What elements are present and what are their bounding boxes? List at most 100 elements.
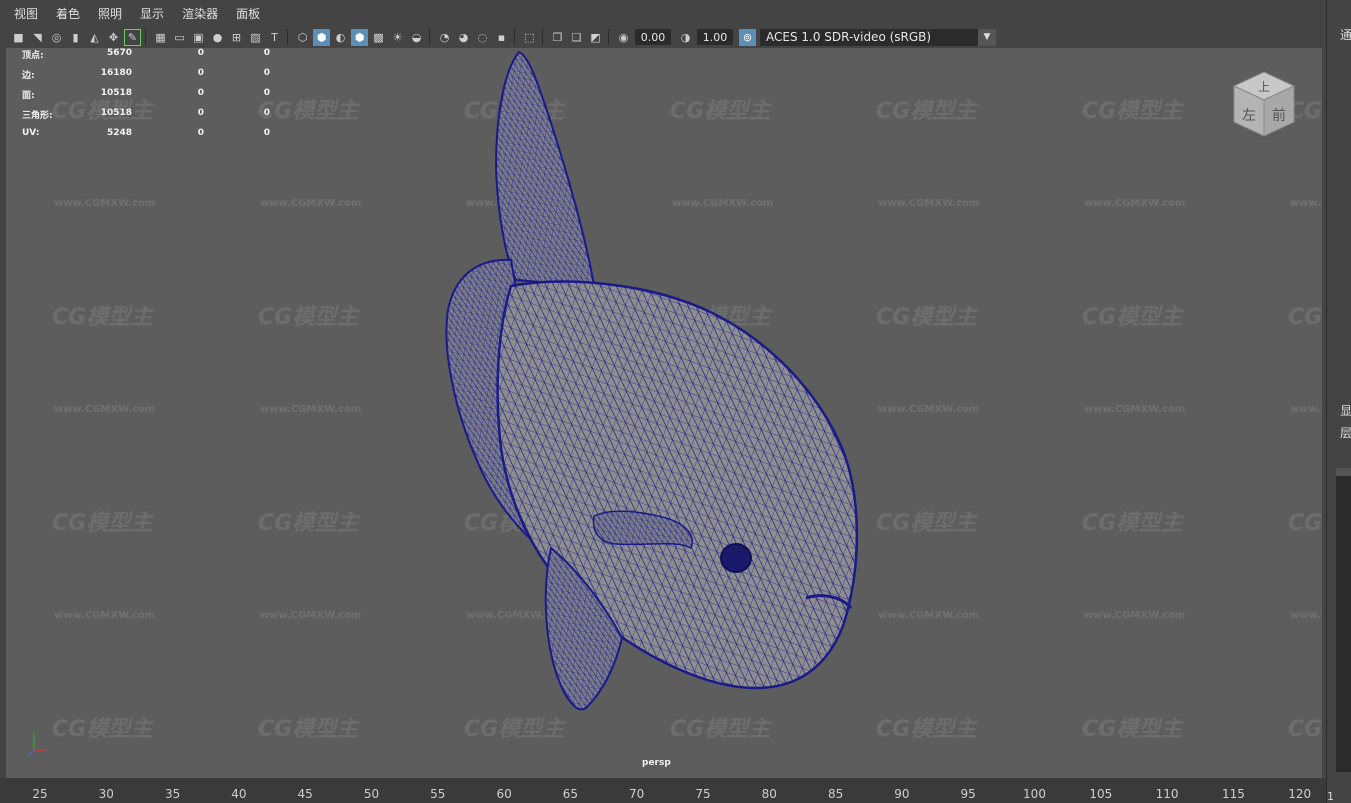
viewcube-front-label: 前 [1272,107,1286,124]
stat-value-other: 0 [263,128,270,138]
timeline-tick-label: 55 [430,787,446,801]
isolate-select-icon[interactable]: ⬚ [521,29,538,46]
color-space-dropdown[interactable]: ACES 1.0 SDR-video (sRGB) ▼ [760,28,996,46]
depth-of-field-icon[interactable]: ▪ [493,29,510,46]
menu-bar: 视图 着色 照明 显示 渲染器 面板 [0,0,1326,26]
scrollbar-thumb[interactable] [1336,468,1351,476]
stat-label: 顶点: [22,51,44,61]
separator [514,29,515,45]
panel-number: 1 [1327,790,1334,803]
exposure-field[interactable]: 0.00 [635,29,671,45]
panel-toolbar: ■ ◥ ◎ ▮ ◭ ✥ ✎ ▦ ▭ ▣ ● ⊞ ▨ T ⬡ ⬢ ◐ ⬢ ▩ ☀ … [0,26,1326,48]
view-cube[interactable]: 上 左 前 [1232,70,1296,138]
film-gate-icon[interactable]: ▭ [171,29,188,46]
stat-label: 面: [22,91,35,101]
field-chart-icon[interactable]: ⊞ [228,29,245,46]
menu-shading[interactable]: 着色 [56,5,80,22]
stat-value-other: 0 [263,88,270,98]
xray-icon[interactable]: ❐ [549,29,566,46]
separator [287,29,288,45]
wireframe-on-shaded-icon[interactable]: ⬢ [351,28,368,46]
timeline-tick-label: 75 [695,787,711,801]
gamma-field[interactable]: 1.00 [697,29,733,45]
stat-value-selected: 0 [197,48,204,58]
timeline-tick-label: 105 [1089,787,1113,801]
menu-panels[interactable]: 面板 [236,5,260,22]
color-management-icon[interactable]: ⊚ [739,28,756,46]
textured-icon[interactable]: ▩ [370,29,387,46]
channel-box-panel: 通 显 层 1 [1326,0,1351,803]
shadows-icon[interactable]: ◒ [408,29,425,46]
motion-blur-icon[interactable]: ◕ [455,29,472,46]
gamma-icon[interactable]: ◑ [677,29,694,46]
anti-aliasing-icon[interactable]: ◌ [474,29,491,46]
menu-view[interactable]: 视图 [14,5,38,22]
stat-value-other: 0 [263,108,270,118]
menu-lighting[interactable]: 照明 [98,5,122,22]
timeline-tick-label: 50 [363,787,380,801]
timeline-tick-label: 110 [1155,787,1179,801]
resolution-gate-icon[interactable]: ▣ [190,29,207,46]
panel-tab-text[interactable]: 通 [1340,26,1351,43]
timeline-tick-label: 80 [761,787,777,801]
bookmark-camera-icon[interactable]: ◎ [48,29,65,46]
time-slider[interactable]: 25 30 35 40 45 50 55 60 65 70 75 80 85 90 95 100 105 110 1… [0,778,1326,803]
viewcube-top-label: 上 [1258,80,1270,94]
timeline-tick-label: 25 [32,787,48,801]
chevron-down-icon: ▼ [978,28,996,46]
camera-select-icon[interactable]: ■ [10,29,27,46]
menu-show[interactable]: 显示 [140,5,164,22]
grid-icon[interactable]: ▦ [152,29,169,46]
stat-value: 10518 [100,108,132,118]
stat-label: 边: [22,71,35,81]
scrollbar[interactable] [1336,468,1351,772]
viewport-persp[interactable]: CG模型主 www.CGMXW.com CG模型主 www.CGMXW.com CG模型… [6,48,1322,778]
bookmark-icon[interactable]: ▮ [67,29,84,46]
stat-label: 三角形: [22,111,53,121]
timeline-tick-label: 70 [629,787,645,801]
timeline-tick-label: 30 [98,787,114,801]
screen-space-ao-icon[interactable]: ◔ [436,29,453,46]
timeline-tick-label: 40 [231,787,247,801]
safe-title-icon[interactable]: T [266,29,283,46]
axis-gizmo-icon [28,733,46,756]
timeline-tick-label: 115 [1221,787,1245,801]
image-plane-icon[interactable]: ◭ [86,29,103,46]
timeline-tick-label: 60 [496,787,512,801]
wireframe-shading-icon[interactable]: ⬡ [294,29,311,46]
stat-label: UV: [22,128,40,138]
separator [608,29,609,45]
timeline-tick-label: 65 [562,787,579,801]
default-material-icon[interactable]: ◐ [332,29,349,46]
lights-icon[interactable]: ☀ [389,29,406,46]
2d-pan-icon[interactable]: ✥ [105,29,122,46]
xray-active-components-icon[interactable]: ◩ [587,29,604,46]
separator [145,29,146,45]
menu-renderer[interactable]: 渲染器 [182,5,218,22]
grease-pencil-icon[interactable]: ✎ [124,28,141,46]
timeline-tick-label: 35 [164,787,181,801]
stat-value-selected: 0 [197,68,204,78]
timeline-tick-label: 95 [960,787,976,801]
timeline-tick-label: 90 [894,787,910,801]
stat-value-selected: 0 [197,128,204,138]
stat-value: 5670 [106,48,132,58]
panel-divider [1326,0,1327,803]
xray-joints-icon[interactable]: ❏ [568,29,585,46]
separator [542,29,543,45]
panel-tab-text[interactable]: 层 [1340,424,1351,441]
gate-mask-icon[interactable]: ● [209,29,226,46]
camera-attributes-icon[interactable]: ◥ [29,29,46,46]
timeline-tick-label: 100 [1023,787,1046,801]
exposure-icon[interactable]: ◉ [615,29,632,46]
smooth-shade-icon[interactable]: ⬢ [313,28,330,46]
safe-action-icon[interactable]: ▨ [247,29,264,46]
timeline-tick-label: 45 [297,787,313,801]
stat-value-selected: 0 [197,88,204,98]
stat-value-other: 0 [263,68,270,78]
sunfish-wireframe-model[interactable] [6,48,1322,778]
color-space-label: ACES 1.0 SDR-video (sRGB) [766,30,932,44]
panel-tab-text[interactable]: 显 [1340,402,1351,419]
stat-value-other: 0 [263,48,270,58]
stat-value-selected: 0 [197,108,204,118]
